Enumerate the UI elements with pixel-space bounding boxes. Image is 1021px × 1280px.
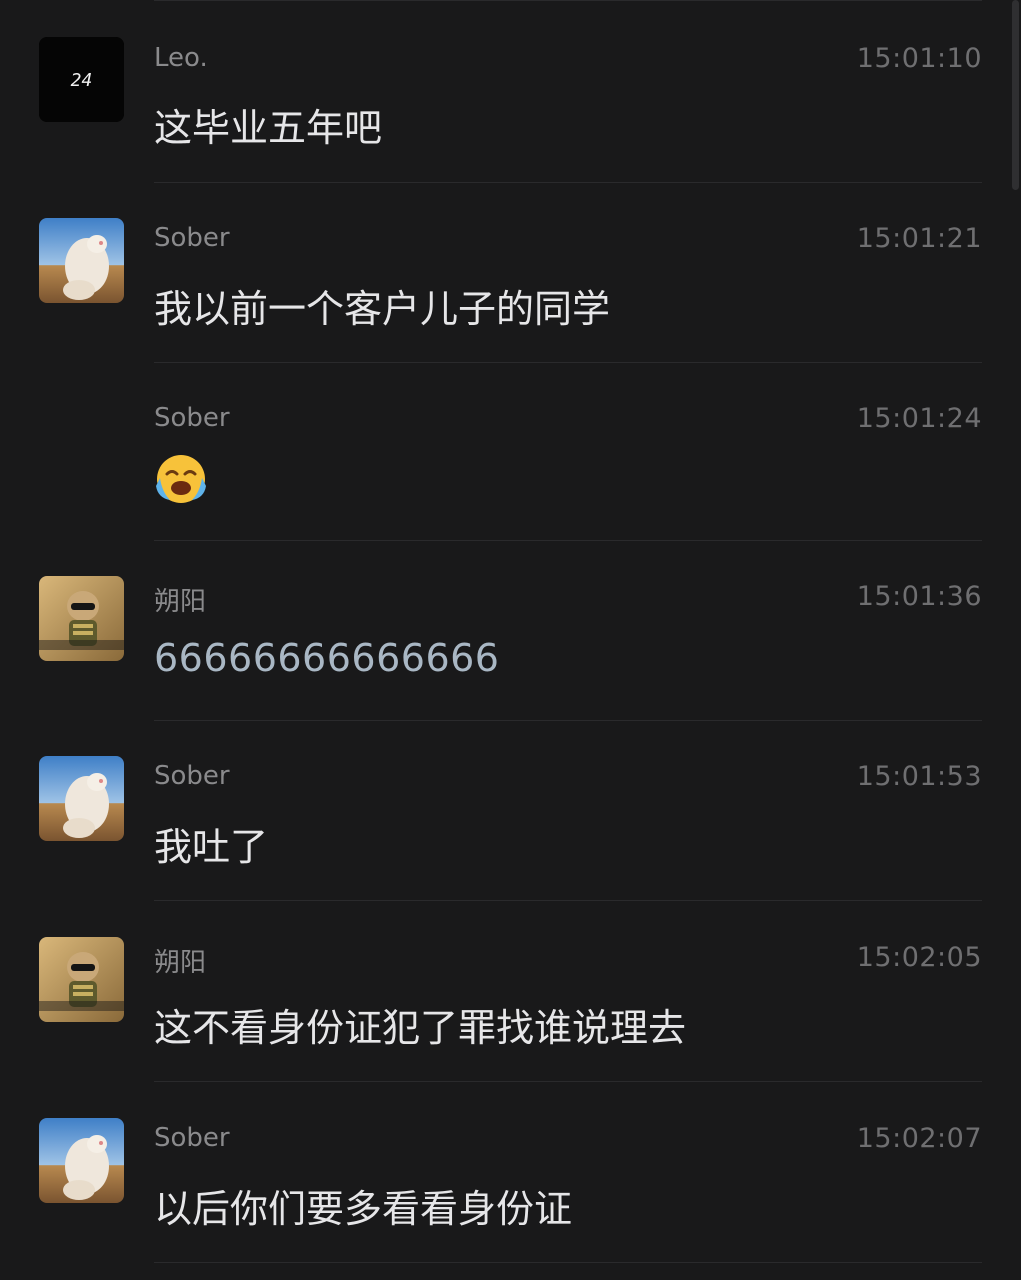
- avatar[interactable]: [39, 937, 124, 1022]
- chat-message-list[interactable]: 24 Leo. 15:01:10 这毕业五年吧 Sober 15:01:21 我…: [0, 0, 1021, 1280]
- message-time: 15:01:10: [856, 43, 982, 74]
- chat-message[interactable]: Sober 15:01:21 我以前一个客户儿子的同学: [0, 182, 1021, 362]
- message-time: 15:01:36: [856, 581, 982, 612]
- sender-name: 朔阳: [154, 948, 207, 978]
- soldier-avatar-icon: [39, 937, 124, 1022]
- divider: [154, 1262, 982, 1263]
- message-time: 15:01:24: [856, 403, 982, 434]
- message-text: 我以前一个客户儿子的同学: [154, 287, 611, 331]
- clock-24-avatar-icon: 24: [39, 37, 124, 122]
- avatar[interactable]: 24: [39, 37, 124, 122]
- sender-name: Sober: [154, 761, 230, 791]
- avatar-badge-text: 24: [71, 70, 93, 91]
- avatar[interactable]: [39, 756, 124, 841]
- sender-name: Sober: [154, 403, 230, 433]
- avatar[interactable]: [39, 218, 124, 303]
- avatar[interactable]: [39, 576, 124, 661]
- loudly-crying-face-emoji-icon: [154, 452, 208, 506]
- chat-message[interactable]: Sober 15:01:24: [0, 362, 1021, 540]
- cat-avatar-icon: [39, 1118, 124, 1203]
- message-text: 66666666666666: [154, 636, 500, 680]
- message-text: 这不看身份证犯了罪找谁说理去: [154, 1006, 687, 1050]
- sender-name: Sober: [154, 223, 230, 253]
- chat-message[interactable]: 24 Leo. 15:01:10 这毕业五年吧: [0, 0, 1021, 182]
- message-text: 我吐了: [154, 825, 269, 869]
- sender-name: Leo.: [154, 43, 208, 73]
- chat-message[interactable]: Sober 15:01:53 我吐了: [0, 720, 1021, 900]
- sender-name: Sober: [154, 1123, 230, 1153]
- message-time: 15:01:53: [856, 761, 982, 792]
- message-text: 以后你们要多看看身份证: [154, 1187, 573, 1231]
- cat-avatar-icon: [39, 218, 124, 303]
- avatar[interactable]: [39, 1118, 124, 1203]
- message-time: 15:02:05: [856, 942, 982, 973]
- message-time: 15:02:07: [856, 1123, 982, 1154]
- message-text: 这毕业五年吧: [154, 106, 383, 150]
- soldier-avatar-icon: [39, 576, 124, 661]
- chat-message[interactable]: 朔阳 15:02:05 这不看身份证犯了罪找谁说理去: [0, 900, 1021, 1081]
- message-time: 15:01:21: [856, 223, 982, 254]
- sender-name: 朔阳: [154, 587, 207, 617]
- chat-message[interactable]: Sober 15:02:07 以后你们要多看看身份证: [0, 1081, 1021, 1262]
- cat-avatar-icon: [39, 756, 124, 841]
- chat-message[interactable]: 朔阳 15:01:36 66666666666666: [0, 540, 1021, 720]
